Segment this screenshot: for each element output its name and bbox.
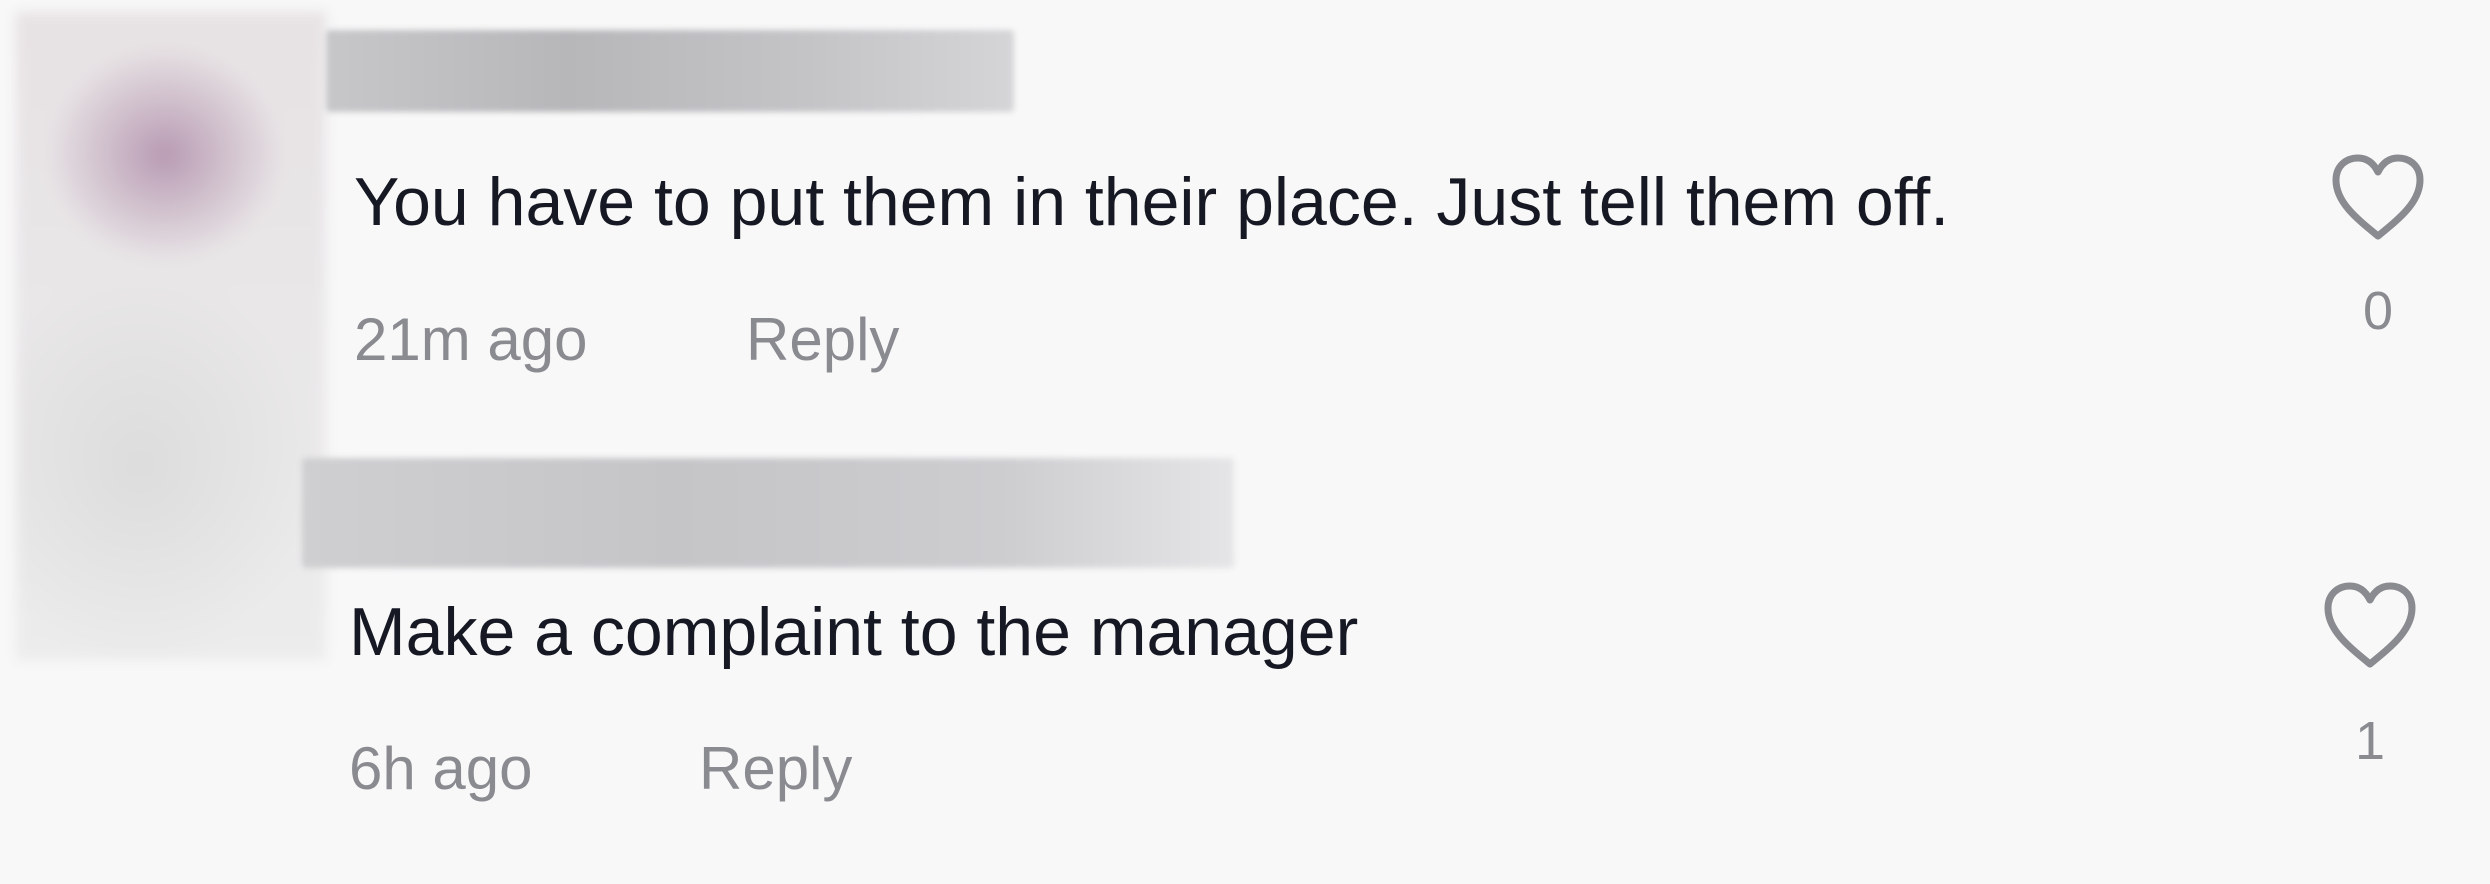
- heart-outline-icon: [2324, 582, 2416, 668]
- reply-button[interactable]: Reply: [746, 305, 899, 375]
- like-count: 1: [2354, 711, 2386, 771]
- like-count: 0: [2362, 281, 2394, 341]
- comment-timestamp: 6h ago: [349, 735, 533, 802]
- like-button[interactable]: [2320, 580, 2420, 670]
- comment-timestamp: 21m ago: [354, 306, 588, 373]
- reply-button[interactable]: Reply: [699, 734, 852, 804]
- redacted-username: [302, 458, 1234, 568]
- like-button[interactable]: [2328, 152, 2428, 242]
- redacted-username: [326, 30, 1014, 112]
- comment-text: You have to put them in their place. Jus…: [354, 164, 1950, 240]
- comment-text: Make a complaint to the manager: [349, 594, 1359, 670]
- heart-outline-icon: [2332, 154, 2424, 240]
- commenter-avatar[interactable]: [16, 12, 326, 660]
